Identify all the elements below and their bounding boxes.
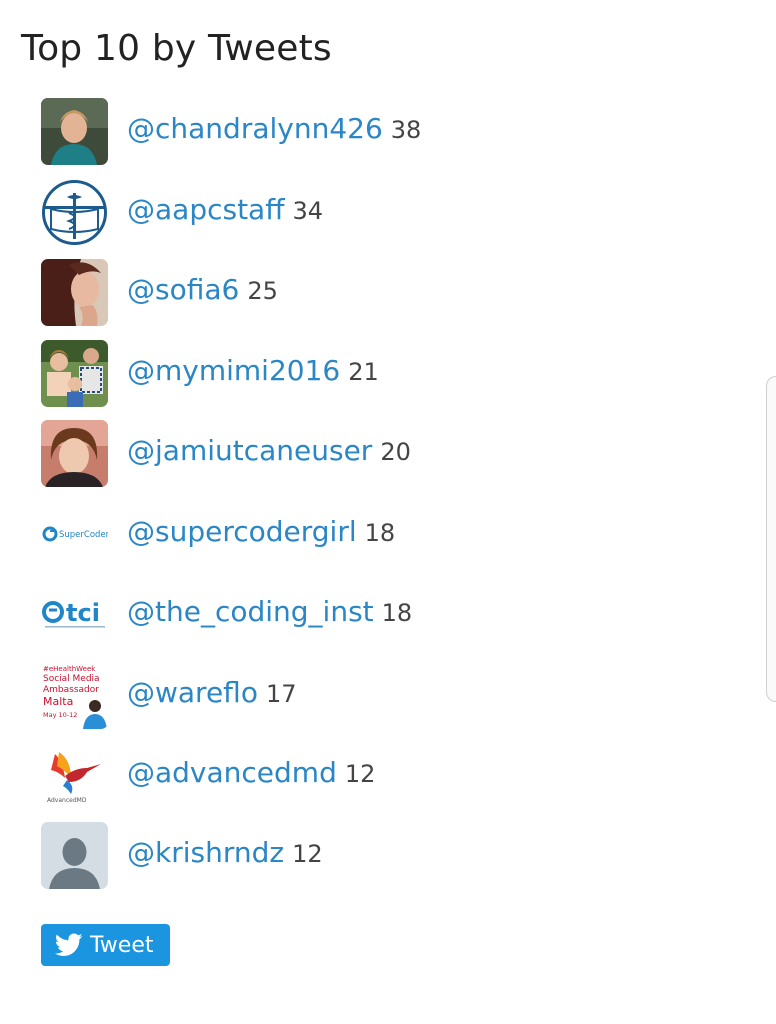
tweet-count: 12 [292,840,323,868]
tweet-count: 34 [292,197,324,225]
person-photo-icon[interactable] [41,98,108,165]
list-item: SuperCoder @supercodergirl 18 [41,501,641,569]
tweet-button[interactable]: Tweet [41,924,170,966]
user-handle-link[interactable]: @sofia6 25 [127,273,278,306]
tweet-count: 38 [390,116,422,144]
tweet-button-label: Tweet [90,932,154,958]
user-handle-link[interactable]: @mymimi2016 21 [127,354,379,387]
svg-text:AdvancedMD: AdvancedMD [47,797,87,804]
family-photo-icon[interactable] [41,340,108,407]
user-handle-link[interactable]: @krishrndz 12 [127,836,323,869]
hummingbird-logo-icon[interactable]: AdvancedMD [41,742,108,809]
supercoder-logo-icon[interactable]: SuperCoder [41,501,108,568]
svg-text:May 10-12: May 10-12 [43,711,77,719]
svg-text:Malta: Malta [43,695,73,708]
tweet-count: 18 [381,599,413,627]
widget-title: Top 10 by Tweets [21,28,332,69]
user-handle-link[interactable]: @supercodergirl 18 [127,515,395,548]
list-item: @jamiutcaneuser 20 [41,420,641,488]
tweet-count: 25 [247,277,278,305]
svg-text:SuperCoder: SuperCoder [59,530,108,540]
list-item: tci @the_coding_inst 18 [41,581,641,649]
user-handle-link[interactable]: @jamiutcaneuser 20 [127,434,411,467]
person-photo-icon[interactable] [41,420,108,487]
medical-caduceus-logo-icon[interactable] [41,179,108,246]
user-handle-link[interactable]: @aapcstaff 34 [127,193,323,226]
svg-text:Ambassador: Ambassador [43,685,99,695]
ehealthweek-badge-icon[interactable]: #eHealthWeek Social Media Ambassador Mal… [41,662,108,729]
list-item: AdvancedMD @advancedmd 12 [41,742,641,810]
tweet-count: 20 [380,438,411,466]
user-handle-link[interactable]: @wareflo 17 [127,676,297,709]
list-item: @chandralynn426 38 [41,98,641,166]
list-item: @krishrndz 12 [41,822,641,890]
tweet-count: 21 [348,358,379,386]
tci-logo-icon[interactable]: tci [41,581,108,648]
svg-text:tci: tci [66,599,100,627]
default-user-icon[interactable] [41,822,108,889]
svg-text:Social Media: Social Media [43,674,100,684]
tweet-count: 12 [344,760,376,788]
user-handle-link[interactable]: @chandralynn426 38 [127,112,421,145]
twitter-bird-icon [55,933,83,956]
user-handle-link[interactable]: @the_coding_inst 18 [127,595,412,628]
list-item: @sofia6 25 [41,259,641,327]
portrait-photo-icon[interactable] [41,259,108,326]
side-panel-handle[interactable] [766,376,776,702]
list-item: #eHealthWeek Social Media Ambassador Mal… [41,662,641,730]
tweet-count: 17 [265,680,297,708]
user-handle-link[interactable]: @advancedmd 12 [127,756,375,789]
tweet-count: 18 [364,519,396,547]
svg-text:#eHealthWeek: #eHealthWeek [43,665,96,673]
list-item: @aapcstaff 34 [41,179,641,247]
list-item: @mymimi2016 21 [41,340,641,408]
